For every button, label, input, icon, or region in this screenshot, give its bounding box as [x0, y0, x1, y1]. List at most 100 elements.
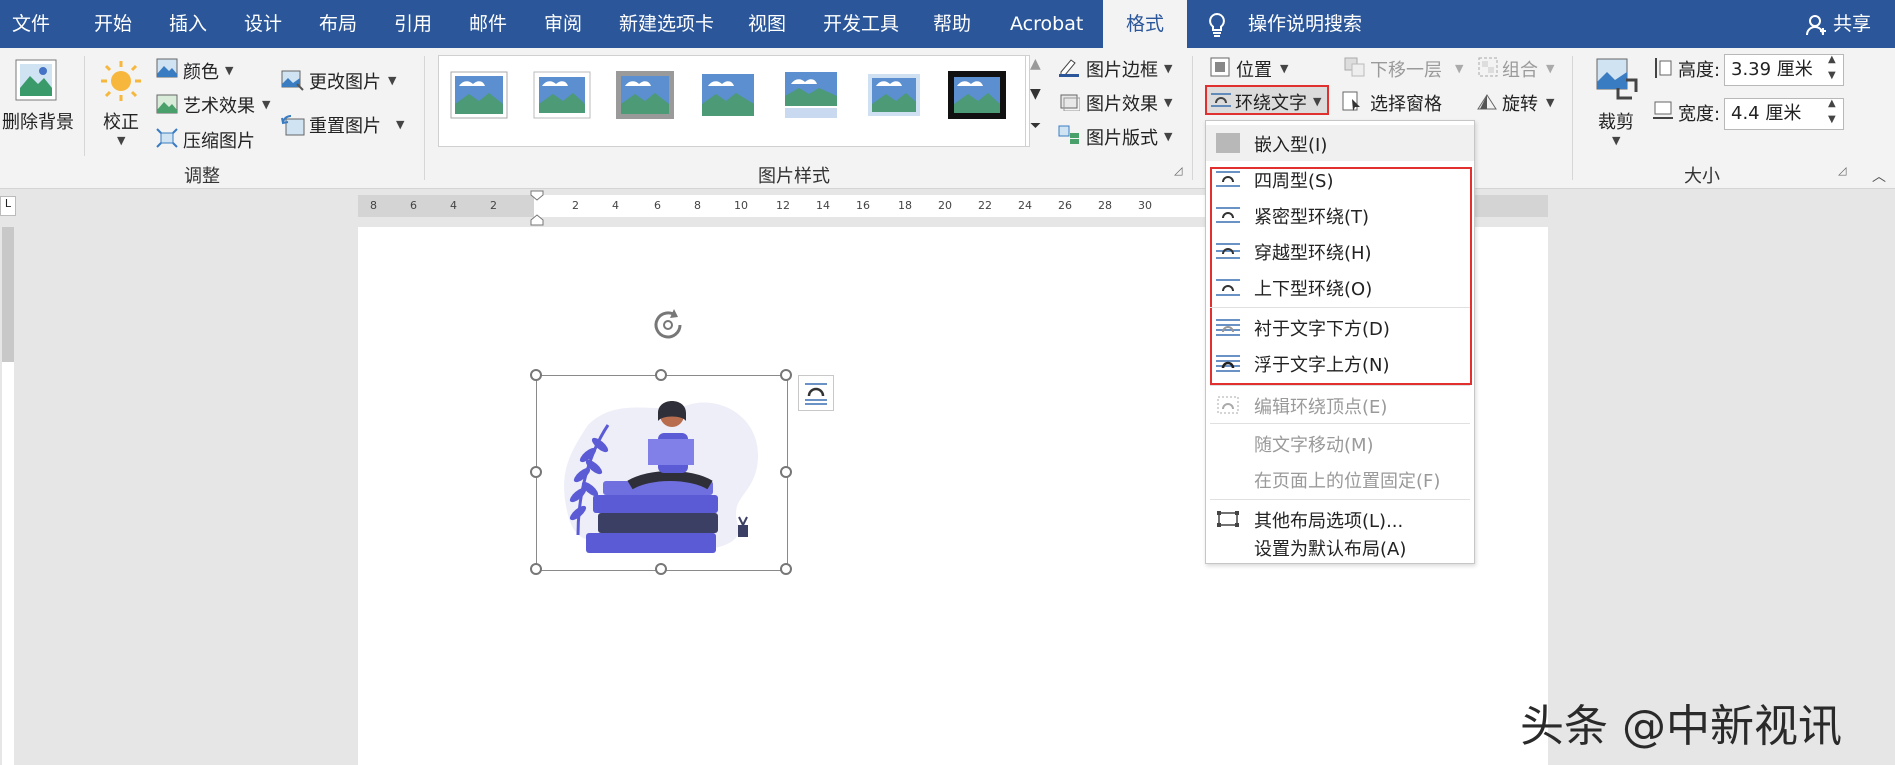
resize-handle[interactable] [780, 369, 792, 381]
menu-item-tight[interactable]: 紧密型环绕(T) [1206, 197, 1474, 233]
picture-border-button[interactable]: 图片边框 [1086, 56, 1158, 82]
resize-handle[interactable] [780, 563, 792, 575]
change-picture-button[interactable]: 更改图片 [309, 68, 381, 94]
art-effects-button[interactable]: 艺术效果 [183, 92, 255, 118]
style-thumbnail[interactable] [615, 70, 675, 120]
chevron-down-icon: ▼ [262, 98, 271, 111]
tab-file[interactable]: 文件 [12, 0, 50, 48]
chevron-down-icon: ▼ [1164, 62, 1173, 75]
compress-pictures-button[interactable]: 压缩图片 [183, 127, 255, 153]
group-button[interactable]: 组合 [1502, 56, 1538, 82]
rotate-button[interactable]: 旋转 [1502, 90, 1538, 116]
resize-handle[interactable] [530, 466, 542, 478]
tab-review[interactable]: 审阅 [544, 0, 582, 48]
spinner-up-icon[interactable]: ▲ [1828, 98, 1836, 109]
style-thumbnail[interactable] [449, 70, 509, 120]
lightbulb-icon[interactable] [1207, 12, 1227, 42]
menu-item-in-front-of-text[interactable]: 浮于文字上方(N) [1206, 345, 1474, 381]
rotate-icon [1476, 91, 1498, 115]
wrap-text-icon [1211, 92, 1231, 112]
tell-me-search[interactable]: 操作说明搜索 [1248, 0, 1362, 48]
crop-button[interactable]: 裁剪 [1598, 108, 1634, 134]
position-button[interactable]: 位置 [1236, 56, 1272, 82]
menu-item-fix-position[interactable]: 在页面上的位置固定(F) [1206, 461, 1474, 497]
menu-item-top-bottom[interactable]: 上下型环绕(O) [1206, 269, 1474, 305]
style-thumbnail[interactable] [947, 70, 1007, 120]
person-icon [1806, 14, 1828, 40]
sun-icon[interactable] [100, 60, 142, 106]
menu-item-through[interactable]: 穿越型环绕(H) [1206, 233, 1474, 269]
spinner-down-icon[interactable]: ▼ [1828, 70, 1836, 81]
tab-mailings[interactable]: 邮件 [469, 0, 507, 48]
dialog-launcher-icon[interactable]: ◿ [1838, 164, 1846, 177]
color-button[interactable]: 颜色 [183, 58, 219, 84]
gallery-scroll-up[interactable]: ▲ [1030, 56, 1041, 72]
spinner-up-icon[interactable]: ▲ [1828, 54, 1836, 65]
menu-item-set-default[interactable]: 设置为默认布局(A) [1206, 529, 1474, 565]
tab-new[interactable]: 新建选项卡 [619, 0, 714, 48]
reading-girl-illustration[interactable] [548, 385, 778, 569]
picture-effects-button[interactable]: 图片效果 [1086, 90, 1158, 116]
selection-pane-button[interactable]: 选择窗格 [1370, 90, 1442, 116]
ruler-tick-label: 4 [612, 199, 619, 212]
share-button[interactable]: 共享 [1833, 0, 1871, 48]
send-backward-button[interactable]: 下移一层 [1370, 56, 1442, 82]
remove-background-icon[interactable] [14, 58, 58, 106]
remove-background-button[interactable]: 删除背景 [2, 108, 74, 134]
gallery-scroll-down[interactable]: ▼ [1030, 86, 1041, 102]
picture-layout-button[interactable]: 图片版式 [1086, 124, 1158, 150]
menu-item-square[interactable]: 四周型(S) [1206, 161, 1474, 197]
resize-handle[interactable] [780, 466, 792, 478]
tab-developer[interactable]: 开发工具 [823, 0, 899, 48]
tab-format[interactable]: 格式 [1103, 0, 1187, 48]
tab-view[interactable]: 视图 [748, 0, 786, 48]
menu-item-move-with-text[interactable]: 随文字移动(M) [1206, 425, 1474, 461]
menu-item-behind-text[interactable]: 衬于文字下方(D) [1206, 309, 1474, 345]
tab-references[interactable]: 引用 [394, 0, 432, 48]
resize-handle[interactable] [530, 563, 542, 575]
tab-selector[interactable]: L [0, 196, 16, 216]
correct-button[interactable]: 校正 [103, 108, 139, 134]
collapse-ribbon-icon[interactable]: ︿ [1872, 166, 1886, 186]
style-thumbnail[interactable] [864, 70, 924, 120]
change-picture-icon [281, 70, 305, 96]
group-icon [1478, 57, 1498, 81]
height-icon [1652, 57, 1672, 83]
picture-effects-icon [1058, 91, 1081, 115]
chevron-down-icon: ▼ [1455, 62, 1464, 75]
position-icon [1210, 57, 1230, 81]
style-thumbnail[interactable] [532, 70, 592, 120]
dialog-launcher-icon[interactable]: ◿ [1174, 164, 1182, 177]
wrap-text-button[interactable]: 环绕文字 ▼ [1205, 85, 1329, 115]
tab-insert[interactable]: 插入 [169, 0, 207, 48]
resize-handle[interactable] [530, 369, 542, 381]
tab-layout[interactable]: 布局 [319, 0, 357, 48]
style-thumbnail[interactable] [698, 70, 758, 120]
ruler-tick-label: 20 [938, 199, 952, 212]
spinner-down-icon[interactable]: ▼ [1828, 114, 1836, 125]
width-input[interactable]: 4.4 厘米 [1724, 98, 1844, 130]
menu-item-inline[interactable]: 嵌入型(I) [1206, 125, 1474, 161]
gallery-more[interactable]: ⏷ [1030, 118, 1041, 134]
indent-marker-icon[interactable] [530, 190, 544, 230]
resize-handle[interactable] [655, 369, 667, 381]
rotate-handle-icon[interactable] [648, 305, 688, 349]
height-input[interactable]: 3.39 厘米 [1724, 54, 1844, 86]
crop-icon [1596, 58, 1638, 106]
tab-design[interactable]: 设计 [244, 0, 282, 48]
tab-help[interactable]: 帮助 [933, 0, 971, 48]
reset-picture-button[interactable]: 重置图片 [309, 112, 381, 138]
style-thumbnail[interactable] [781, 70, 841, 120]
vertical-ruler[interactable] [0, 227, 16, 765]
chevron-down-icon: ▼ [1164, 130, 1173, 143]
menu-item-edit-wrap-points[interactable]: 编辑环绕顶点(E) [1206, 387, 1474, 423]
divider [1192, 56, 1193, 180]
divider [424, 56, 425, 180]
group-label-adjust: 调整 [184, 166, 220, 187]
ruler-tick-label: 14 [816, 199, 830, 212]
layout-options-icon[interactable] [798, 375, 834, 411]
tab-acrobat[interactable]: Acrobat [1010, 0, 1083, 48]
wrap-text-menu: 嵌入型(I) 四周型(S) 紧密型环绕(T) 穿越型环绕(H) 上下型环绕(O)… [1205, 120, 1475, 564]
tab-home[interactable]: 开始 [94, 0, 132, 48]
watermark: 头条 @中新视讯 [1520, 701, 1842, 752]
